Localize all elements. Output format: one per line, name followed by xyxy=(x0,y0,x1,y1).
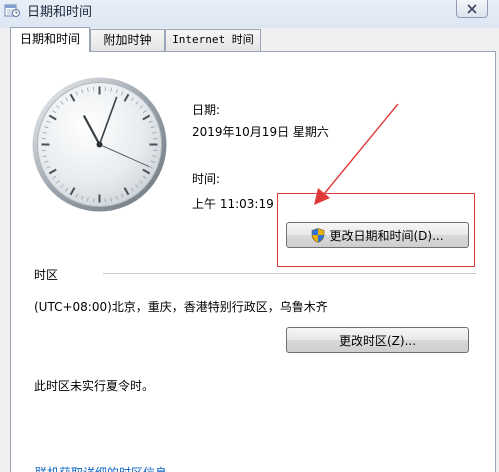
date-value: 2019年10月19日 星期六 xyxy=(192,125,329,139)
title-bar: 日期和时间 xyxy=(0,0,499,24)
time-value: 上午 11:03:19 xyxy=(192,197,274,211)
date-time-dialog: 日期和时间 日期和时间 附加时钟 Internet 时间 日期: 2019年10… xyxy=(0,0,499,472)
timezone-value: (UTC+08:00)北京，重庆，香港特别行政区，乌鲁木齐 xyxy=(34,300,328,314)
tab-additional-clocks[interactable]: 附加时钟 xyxy=(90,29,165,51)
change-timezone-button[interactable]: 更改时区(Z)... xyxy=(286,327,469,353)
window-title: 日期和时间 xyxy=(27,5,93,20)
dst-note: 此时区未实行夏令时。 xyxy=(34,379,155,393)
tab-internet-time[interactable]: Internet 时间 xyxy=(165,29,261,51)
annotation-highlight-box xyxy=(277,193,475,267)
change-timezone-label: 更改时区(Z)... xyxy=(338,333,417,348)
date-label: 日期: xyxy=(192,103,221,117)
timezone-heading: 时区 xyxy=(34,268,59,282)
time-label: 时间: xyxy=(192,172,221,186)
close-icon xyxy=(467,3,477,14)
close-button[interactable] xyxy=(456,0,488,18)
analog-clock xyxy=(32,77,167,212)
clock-center xyxy=(96,141,103,148)
calendar-clock-icon xyxy=(4,4,20,17)
tab-date-time[interactable]: 日期和时间 xyxy=(10,27,90,52)
timezone-info-link[interactable]: 联机获取详细的时区信息 xyxy=(35,464,167,472)
timezone-divider xyxy=(103,273,476,274)
